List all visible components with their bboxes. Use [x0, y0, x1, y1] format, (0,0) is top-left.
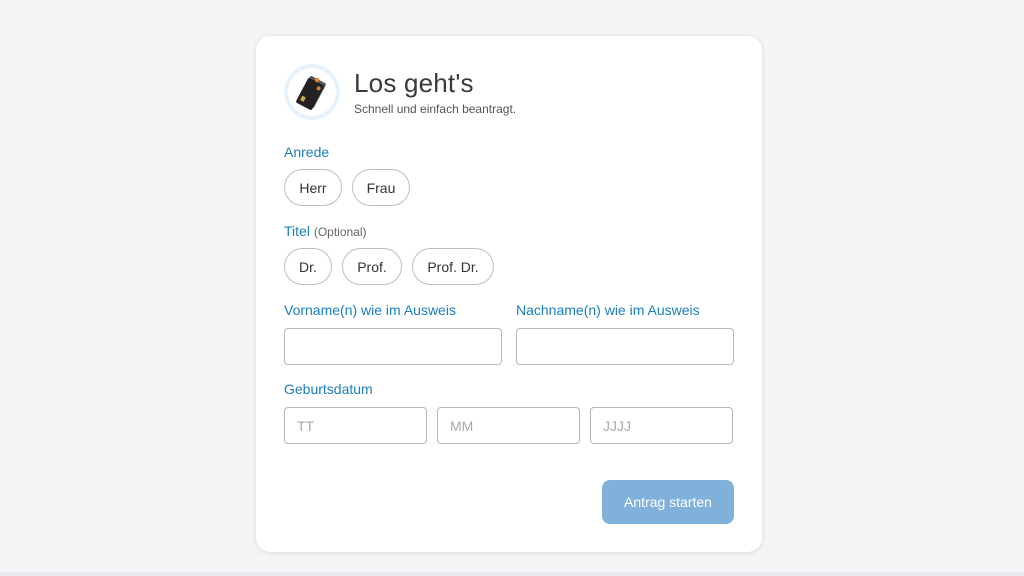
birthdate-month-field[interactable]	[437, 407, 580, 444]
application-card: Los geht's Schnell und einfach beantragt…	[256, 36, 762, 552]
page-subtitle: Schnell und einfach beantragt.	[354, 102, 517, 116]
last-name-field[interactable]	[516, 328, 734, 365]
first-name-label: Vorname(n) wie im Ausweis	[284, 302, 456, 318]
title-option-prof[interactable]: Prof.	[342, 248, 402, 285]
credit-card-icon	[288, 68, 336, 116]
salutation-option-herr[interactable]: Herr	[284, 169, 342, 206]
optional-hint: (Optional)	[313, 225, 367, 239]
birthdate-label: Geburtsdatum	[284, 381, 373, 397]
first-name-field[interactable]	[284, 328, 502, 365]
salutation-label: Anrede	[284, 144, 330, 160]
logo	[284, 64, 340, 120]
birthdate-day-field[interactable]	[284, 407, 427, 444]
last-name-label: Nachname(n) wie im Ausweis	[516, 302, 700, 318]
page-title: Los geht's	[354, 68, 474, 98]
title-label: Titel (Optional)	[284, 223, 367, 239]
start-application-button[interactable]: Antrag starten	[602, 480, 734, 524]
salutation-option-frau[interactable]: Frau	[352, 169, 410, 206]
birthdate-year-field[interactable]	[590, 407, 733, 444]
title-option-dr[interactable]: Dr.	[284, 248, 332, 285]
page-footer-strip	[0, 572, 1024, 576]
title-label-text: Titel	[284, 223, 310, 239]
title-option-prof-dr[interactable]: Prof. Dr.	[412, 248, 494, 285]
